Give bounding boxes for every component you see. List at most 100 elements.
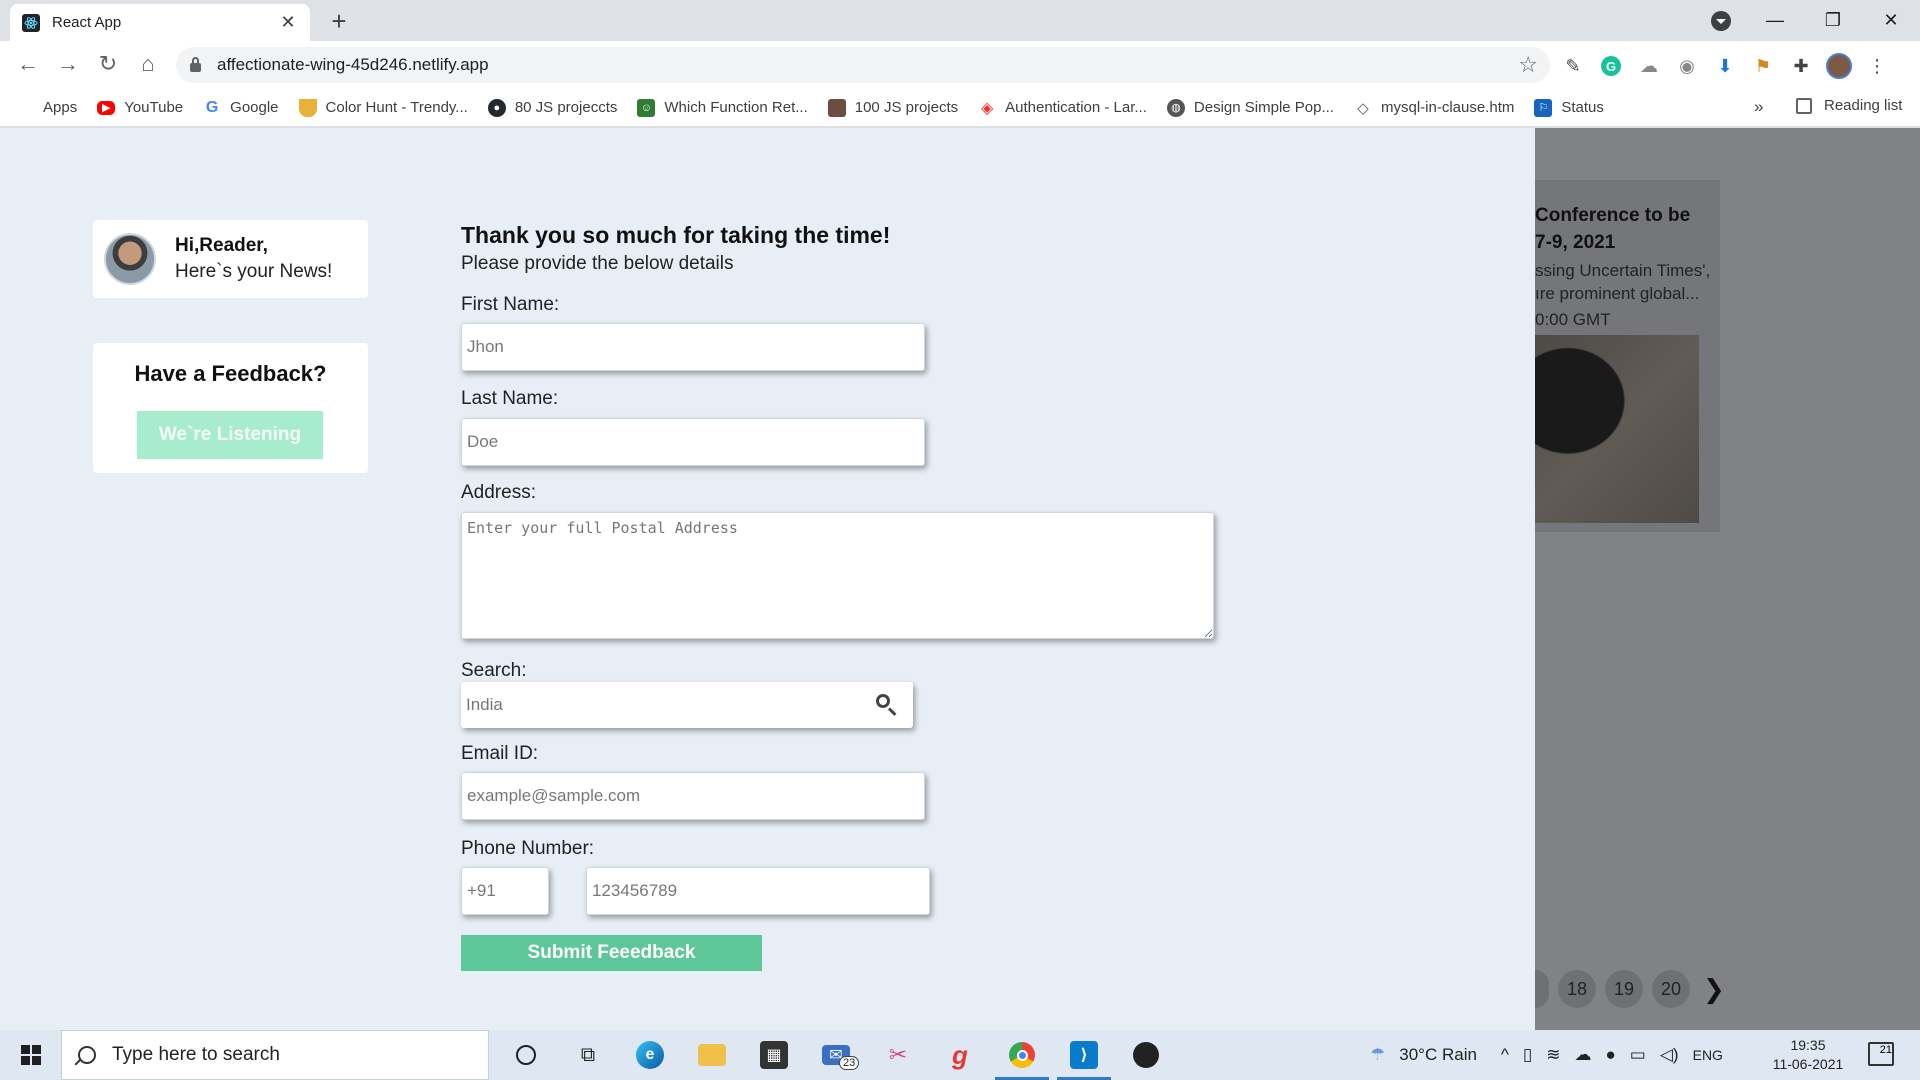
network-icon[interactable]: ≋ bbox=[1546, 1045, 1560, 1065]
bookmark-item[interactable]: ⚐ Status bbox=[1534, 98, 1604, 117]
close-window-icon[interactable]: ✕ bbox=[1862, 10, 1920, 31]
edge-icon[interactable]: e bbox=[619, 1030, 681, 1080]
news-title: Conference to be 7-9, 2021 bbox=[1535, 205, 1691, 253]
phone-code-field[interactable] bbox=[461, 867, 549, 915]
grammarly-extension-icon[interactable]: G bbox=[1598, 54, 1624, 78]
extensions-area: ✎ G ☁ ◉ ⬇ ⚑ ✚ ⋮ bbox=[1560, 53, 1890, 79]
news-description: ssing Uncertain Times', ıre prominent gl… bbox=[1535, 261, 1711, 303]
email-field[interactable] bbox=[461, 772, 925, 820]
obs-icon[interactable] bbox=[1115, 1030, 1177, 1080]
bookmarks-overflow-icon[interactable]: » bbox=[1754, 97, 1763, 117]
bookmark-item[interactable]: ◍ Design Simple Pop... bbox=[1166, 98, 1334, 117]
battery-icon[interactable]: ▭ bbox=[1630, 1045, 1646, 1065]
were-listening-button[interactable]: We`re Listening bbox=[137, 411, 323, 459]
page-button[interactable]: 20 bbox=[1652, 970, 1690, 1008]
window-controls: — ❐ ✕ bbox=[1746, 0, 1920, 41]
forward-arrow-icon[interactable]: → bbox=[54, 51, 82, 77]
bookmark-item[interactable]: G Google bbox=[203, 98, 279, 117]
taskbar-search-placeholder: Type here to search bbox=[112, 1044, 280, 1065]
windows-start-icon[interactable] bbox=[21, 1045, 41, 1065]
close-tab-icon[interactable]: ✕ bbox=[278, 12, 298, 33]
file-explorer-icon[interactable] bbox=[681, 1030, 743, 1080]
apps-grid-icon bbox=[18, 100, 34, 116]
bookmark-item[interactable]: Apps bbox=[18, 99, 77, 116]
search-icon[interactable] bbox=[875, 693, 899, 717]
volume-icon[interactable]: ◁) bbox=[1660, 1045, 1679, 1065]
download-extension-icon[interactable]: ⬇ bbox=[1712, 54, 1738, 78]
tag-extension-icon[interactable]: ⚑ bbox=[1750, 54, 1776, 78]
feedback-title: Have a Feedback? bbox=[134, 361, 327, 386]
page-button[interactable]: 18 bbox=[1558, 970, 1596, 1008]
cloud-extension-icon[interactable]: ☁ bbox=[1636, 54, 1662, 78]
eyedropper-extension-icon[interactable]: ✎ bbox=[1560, 54, 1586, 78]
page-button-partial[interactable] bbox=[1535, 970, 1549, 1008]
lock-icon[interactable] bbox=[190, 57, 201, 72]
submit-feedback-button[interactable]: Submit Feeedback bbox=[461, 935, 762, 971]
tab-react-app[interactable]: React App ✕ bbox=[10, 4, 310, 41]
home-icon[interactable]: ⌂ bbox=[134, 51, 162, 77]
clock[interactable]: 19:35 11-06-2021 bbox=[1760, 1036, 1856, 1074]
notifications-icon[interactable]: 21 bbox=[1868, 1042, 1894, 1066]
bookmark-item[interactable]: ▶ YouTube bbox=[97, 99, 183, 116]
last-name-field[interactable] bbox=[461, 418, 925, 466]
clock-date: 11-06-2021 bbox=[1772, 1056, 1844, 1072]
vscode-icon[interactable]: ⟩ bbox=[1053, 1030, 1115, 1080]
bookmark-star-icon[interactable]: ☆ bbox=[1518, 52, 1538, 78]
reading-list-button[interactable]: Reading list bbox=[1796, 97, 1902, 114]
phone-number-field[interactable] bbox=[586, 867, 930, 915]
device-icon[interactable]: ▯ bbox=[1523, 1045, 1532, 1065]
minimize-icon[interactable]: — bbox=[1746, 10, 1804, 31]
tab-title: React App bbox=[52, 14, 122, 31]
chevron-up-icon[interactable]: ^ bbox=[1501, 1045, 1509, 1065]
windows-taskbar: Type here to search ⧉ e ▦ ✉ 23 ✂ g ⟩ ☂ 3… bbox=[0, 1030, 1920, 1080]
system-tray: ☂ 30°C Rain ^ ▯ ≋ ☁ ● ▭ ◁) ENG bbox=[1370, 1030, 1737, 1080]
tab-strip: React App ✕ + — ❐ ✕ bbox=[0, 0, 1920, 41]
taskbar-search-box[interactable]: Type here to search bbox=[61, 1030, 489, 1080]
mail-badge: 23 bbox=[839, 1056, 860, 1070]
url-text[interactable]: affectionate-wing-45d246.netlify.app bbox=[217, 55, 1518, 75]
store-icon[interactable]: ▦ bbox=[743, 1030, 805, 1080]
weather-icon[interactable]: ☂ bbox=[1370, 1045, 1385, 1065]
bookmark-item[interactable]: ◇ mysql-in-clause.htm bbox=[1354, 99, 1514, 117]
weather-text[interactable]: 30°C Rain bbox=[1399, 1045, 1477, 1065]
snipping-tool-icon[interactable]: ✂ bbox=[867, 1030, 929, 1080]
search-input[interactable] bbox=[461, 682, 875, 728]
github-icon: ● bbox=[487, 98, 506, 117]
grammarly-icon[interactable]: g bbox=[929, 1030, 991, 1080]
next-page-icon[interactable]: ❯ bbox=[1703, 974, 1725, 1005]
feedback-form-header: Thank you so much for taking the time! P… bbox=[461, 222, 890, 275]
profile-avatar-icon[interactable] bbox=[1826, 53, 1852, 79]
cloud-sync-icon[interactable]: ☁ bbox=[1575, 1045, 1592, 1065]
menu-kebab-icon[interactable]: ⋮ bbox=[1864, 54, 1890, 78]
first-name-field[interactable] bbox=[461, 323, 925, 371]
email-label: Email ID: bbox=[461, 743, 539, 764]
address-field[interactable] bbox=[461, 512, 1214, 639]
color-hunt-icon bbox=[298, 98, 317, 117]
reload-icon[interactable]: ↻ bbox=[94, 51, 122, 77]
microphone-icon[interactable]: ● bbox=[1606, 1045, 1616, 1065]
bookmark-item[interactable]: ☺ Which Function Ret... bbox=[637, 98, 808, 117]
form-title: Thank you so much for taking the time! bbox=[461, 222, 891, 248]
chrome-icon[interactable] bbox=[991, 1030, 1053, 1080]
new-tab-icon[interactable]: + bbox=[324, 6, 354, 37]
page-button[interactable]: 19 bbox=[1605, 970, 1643, 1008]
google-icon: G bbox=[205, 98, 219, 116]
bookmark-item[interactable]: Color Hunt - Trendy... bbox=[298, 98, 468, 117]
mail-icon[interactable]: ✉ 23 bbox=[805, 1030, 867, 1080]
news-card[interactable]: Conference to be 7-9, 2021 ssing Uncerta… bbox=[1535, 180, 1720, 532]
task-view-icon[interactable]: ⧉ bbox=[557, 1030, 619, 1080]
greeting-name: Hi,Reader, bbox=[175, 235, 268, 256]
puzzle-extensions-icon[interactable]: ✚ bbox=[1788, 54, 1814, 78]
react-logo-icon bbox=[22, 13, 40, 32]
cortana-icon[interactable] bbox=[495, 1030, 557, 1080]
tab-search-icon[interactable] bbox=[1711, 11, 1731, 31]
bookmark-item[interactable]: ◈ Authentication - Lar... bbox=[978, 99, 1147, 117]
bookmark-item[interactable]: ● 80 JS projeccts bbox=[487, 98, 617, 117]
status-icon: ⚐ bbox=[1534, 98, 1553, 117]
camera-extension-icon[interactable]: ◉ bbox=[1674, 54, 1700, 78]
bookmark-item[interactable]: 100 JS projects bbox=[827, 98, 958, 117]
restore-icon[interactable]: ❐ bbox=[1804, 10, 1862, 31]
language-indicator[interactable]: ENG bbox=[1693, 1047, 1723, 1063]
address-bar[interactable]: affectionate-wing-45d246.netlify.app ☆ bbox=[176, 47, 1550, 83]
back-arrow-icon[interactable]: ← bbox=[14, 51, 42, 77]
